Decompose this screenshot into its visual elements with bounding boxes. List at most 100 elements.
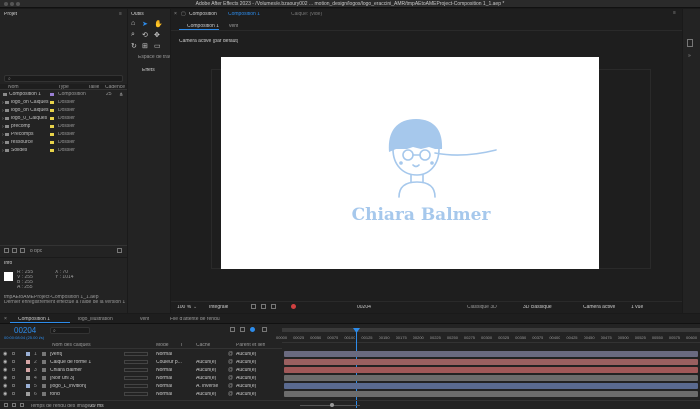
pickwhip-icon[interactable]: @ — [228, 383, 233, 389]
layer-name[interactable]: fond — [50, 392, 120, 397]
visibility-icon[interactable]: ◉ — [3, 351, 7, 357]
layer-parent[interactable]: Aucun(e) — [236, 368, 256, 373]
renderer-label[interactable]: Classique 3D — [467, 305, 497, 310]
pickwhip-icon[interactable]: @ — [228, 351, 233, 357]
time-ruler[interactable]: 00000 00025 00050 00075 00100 00125 00150 00175… — [276, 334, 700, 343]
visibility-icon[interactable]: ◉ — [3, 383, 7, 389]
rectangle-tool-icon[interactable]: ▭ — [154, 42, 161, 50]
label-swatch[interactable] — [26, 376, 30, 380]
timeline-tab-logo[interactable]: logo_illustration — [78, 317, 113, 322]
info-panel-title[interactable]: Info — [4, 261, 12, 266]
list-item[interactable]: › logo_on Calques Dossier — [0, 99, 127, 106]
panel-icon[interactable] — [687, 39, 693, 47]
table-row[interactable]: ◉ 1 [vent] Normal @ Aucun(e) — [0, 350, 282, 358]
trash-icon[interactable] — [117, 248, 122, 253]
chevron-down-icon[interactable]: ⌄ — [193, 304, 197, 310]
list-item[interactable]: › Précomps Dossier — [0, 131, 127, 138]
switches[interactable] — [124, 360, 148, 364]
mask-icon[interactable] — [271, 304, 276, 309]
layer-tab[interactable]: Calque: (vide) — [291, 12, 322, 17]
lock-icon[interactable] — [12, 360, 15, 363]
pickwhip-icon[interactable]: @ — [228, 375, 233, 381]
table-row[interactable]: ◉ 2 Calque de forme 1 Couleur p... Aucun(e) @… — [0, 358, 282, 366]
visibility-icon[interactable]: ◉ — [3, 359, 7, 365]
visibility-icon[interactable]: ◉ — [3, 375, 7, 381]
col-layer-name[interactable]: Nom des calques — [52, 343, 91, 348]
layer-cache[interactable]: Aucun(e) — [196, 368, 216, 373]
toggle-switches-icon[interactable] — [4, 403, 8, 407]
layer-cache[interactable]: Aucun(e) — [196, 392, 216, 397]
layer-cache[interactable]: Aucun(e) — [196, 360, 216, 365]
col-parent[interactable]: Parent et lien — [236, 343, 265, 348]
zoom-tool-icon[interactable]: ⌕ — [131, 31, 135, 39]
layer-name[interactable]: Calque de forme 1 — [50, 360, 120, 365]
work-area-bar[interactable] — [282, 328, 700, 332]
new-folder-icon[interactable] — [12, 248, 17, 253]
tools-title[interactable]: Outils — [131, 12, 144, 17]
layer-mode[interactable]: Normal — [156, 368, 172, 373]
motion-blur-icon[interactable] — [250, 327, 255, 332]
visibility-icon[interactable]: ◉ — [3, 391, 7, 397]
layer-cache[interactable]: A. inversé — [196, 384, 218, 389]
workspace-label[interactable]: Espace de trava — [138, 55, 170, 60]
chevron-right-icon[interactable]: › — [2, 148, 4, 155]
chevron-right-icon[interactable]: › — [2, 108, 4, 115]
close-window-button[interactable] — [4, 2, 8, 6]
effects-tab[interactable]: Effets — [142, 68, 155, 73]
list-item[interactable]: Composition 1 Composition 25 ⋔ — [0, 91, 127, 98]
rotate-tool-icon[interactable]: ↻ — [131, 42, 137, 50]
label-swatch[interactable] — [26, 352, 30, 356]
project-search-input[interactable]: ⌕ — [4, 75, 123, 82]
layer-parent[interactable]: Aucun(e) — [236, 392, 256, 397]
lock-icon[interactable]: ▢ — [181, 11, 186, 17]
layer-parent[interactable]: Aucun(e) — [236, 384, 256, 389]
layer-parent[interactable]: Aucun(e) — [236, 360, 256, 365]
switches[interactable] — [124, 384, 148, 388]
lock-icon[interactable] — [12, 384, 15, 387]
resolution-select[interactable]: Intégrale — [209, 305, 228, 310]
list-item[interactable]: › logo_on Calques Dossier — [0, 107, 127, 114]
label-swatch[interactable] — [26, 392, 30, 396]
views-select[interactable]: 1 vue — [631, 305, 643, 310]
flowchart-icon[interactable]: ⋔ — [119, 92, 123, 99]
pickwhip-icon[interactable]: @ — [228, 391, 233, 397]
layer-parent[interactable]: Aucun(e) — [236, 352, 256, 357]
layer-name[interactable]: [vent] — [50, 352, 120, 357]
lock-icon[interactable] — [12, 376, 15, 379]
label-swatch[interactable] — [26, 368, 30, 372]
label-swatch[interactable] — [26, 360, 30, 364]
table-row[interactable]: ◉ 5 [logo_L_invition] Normal A. inversé @ Aucu… — [0, 382, 282, 390]
chevron-right-icon[interactable]: › — [2, 124, 4, 131]
column-name[interactable]: Nom — [8, 85, 19, 90]
chevron-right-icon[interactable]: › — [2, 140, 4, 147]
table-row[interactable]: ◉ 3 Chiara Balmer Normal Aucun(e) @ Aucun(e) — [0, 366, 282, 374]
column-rate[interactable]: Cadence — [105, 85, 125, 90]
timeline-timecode[interactable]: 00204 — [14, 327, 36, 335]
lock-icon[interactable] — [12, 368, 15, 371]
renderer-button[interactable]: 3D classique — [523, 305, 552, 310]
zoom-select[interactable]: 100 % — [177, 305, 191, 310]
table-row[interactable]: ◉ 6 fond Normal Aucun(e) @ Aucun(e) — [0, 390, 282, 398]
layer-mode[interactable]: Couleur p... — [156, 360, 182, 365]
close-icon[interactable]: × — [4, 316, 7, 322]
layer-mode[interactable]: Normal — [156, 376, 172, 381]
label-swatch[interactable] — [26, 384, 30, 388]
list-item[interactable]: › précomp Dossier — [0, 123, 127, 130]
bpc-label[interactable]: 8 bpc — [30, 249, 42, 254]
chevron-right-icon[interactable]: › — [2, 132, 4, 139]
list-item[interactable]: › ressource Dossier — [0, 139, 127, 146]
col-mode[interactable]: Mode — [156, 343, 169, 348]
pickwhip-icon[interactable]: @ — [228, 367, 233, 373]
draft3d-icon[interactable] — [240, 327, 245, 332]
layer-duration-bar[interactable] — [284, 359, 698, 365]
list-item[interactable]: › Solides Dossier — [0, 147, 127, 154]
lock-icon[interactable] — [12, 392, 15, 395]
toggle-modes-icon[interactable] — [12, 403, 16, 407]
switches[interactable] — [124, 352, 148, 356]
table-row[interactable]: ◉ 4 [Noir uni 3] Normal Aucun(e) @ Aucun(e) — [0, 374, 282, 382]
minimize-window-button[interactable] — [10, 2, 14, 6]
layer-cache[interactable]: Aucun(e) — [196, 376, 216, 381]
layer-search-input[interactable]: ⌕ — [50, 327, 90, 334]
timeline-tab-vent[interactable]: vent — [140, 317, 149, 322]
snapshot-icon[interactable] — [251, 304, 256, 309]
